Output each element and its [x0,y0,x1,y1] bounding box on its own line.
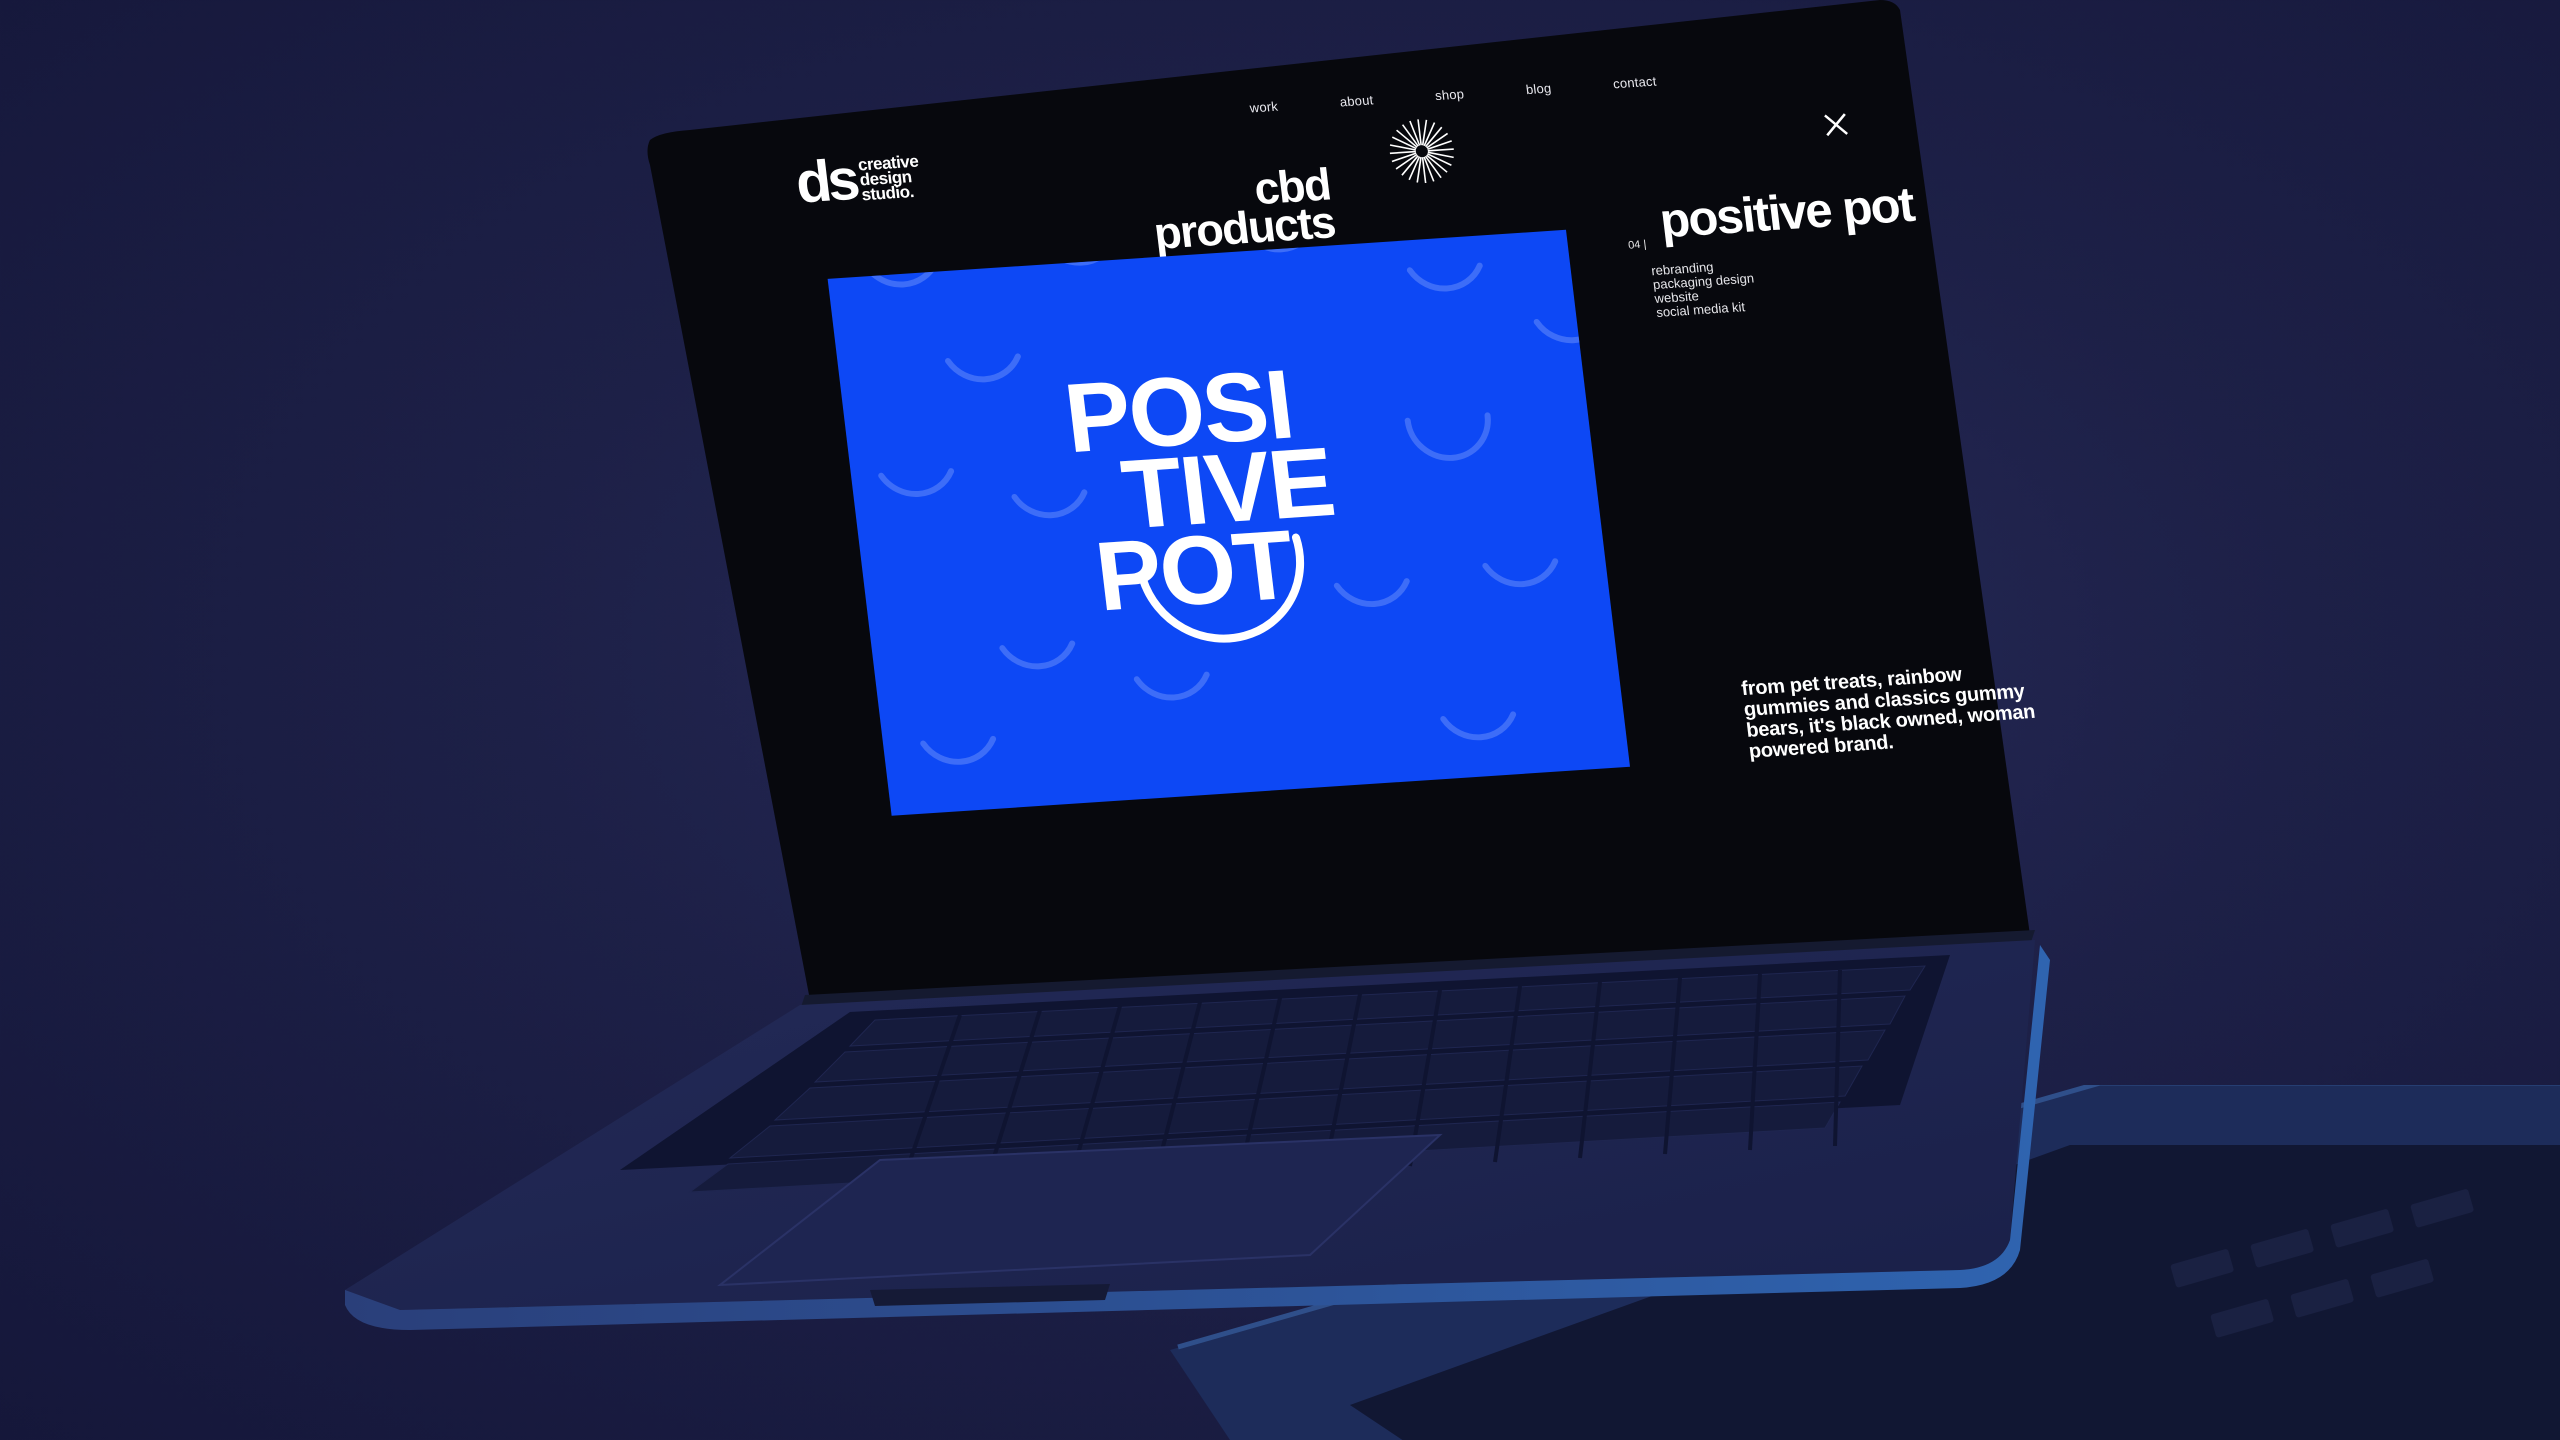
website-screen: work about shop blog contact ds creative… [730,46,2164,950]
logo-mark: ds [792,146,860,216]
nav-about[interactable]: about [1339,92,1376,124]
category-heading: cbd products [1147,159,1338,259]
project-heading: 04 | positive pot [1622,177,1917,252]
category-line-2: products [1151,196,1338,259]
studio-logo[interactable]: ds creative design studio. [792,146,922,216]
close-icon[interactable] [1822,111,1851,139]
project-description: from pet treats, rainbow gummies and cla… [1740,663,2037,763]
nav-contact[interactable]: contact [1612,74,1659,107]
services-list: rebranding packaging design website soci… [1650,258,1759,320]
logo-tagline: creative design studio. [856,152,920,205]
smile-icon [1139,533,1305,643]
nav-blog[interactable]: blog [1525,81,1554,113]
starburst-icon [1389,119,1454,184]
nav-work[interactable]: work [1249,99,1281,131]
project-hero-image[interactable]: POSI TIVE POT [827,229,1631,816]
project-title: positive pot [1656,177,1917,249]
project-number: 04 | [1627,238,1648,252]
